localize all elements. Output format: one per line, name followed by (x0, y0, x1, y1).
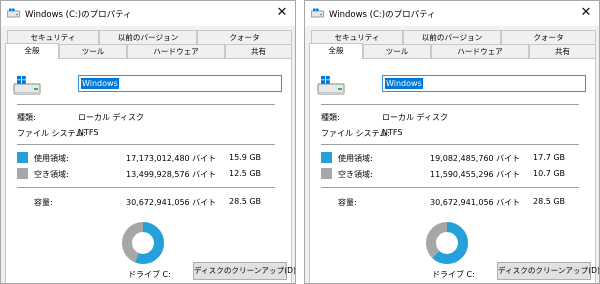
tab-hardware[interactable]: ハードウェア (127, 44, 225, 58)
hard-drive-icon (13, 76, 41, 95)
capacity-bytes: 30,672,941,056 バイト (430, 198, 521, 207)
free-space-label: 空き領域: (338, 170, 373, 179)
drive-name-input[interactable]: Windows (382, 75, 586, 92)
used-space-bytes: 19,082,485,760 バイト (430, 154, 521, 163)
separator (17, 187, 275, 188)
separator (17, 104, 275, 105)
used-space-label: 使用領域: (338, 154, 373, 163)
type-label: 種類: (17, 113, 36, 122)
title-bar: Windows (C:)のプロパティ ✕ (1, 1, 295, 26)
drive-name-input[interactable]: Windows (78, 75, 282, 92)
separator (321, 144, 579, 145)
free-space-label: 空き領域: (34, 170, 69, 179)
free-space-bytes: 13,499,928,576 バイト (126, 170, 217, 179)
tab-previous-versions[interactable]: 以前のバージョン (403, 30, 501, 44)
used-space-bytes: 17,173,012,480 バイト (126, 154, 217, 163)
tab-security[interactable]: セキュリティ (311, 30, 403, 44)
title-bar: Windows (C:)のプロパティ ✕ (305, 1, 599, 26)
capacity-label: 容量: (34, 198, 53, 207)
free-space-bytes: 11,590,455,296 バイト (430, 170, 521, 179)
type-label: 種類: (321, 113, 340, 122)
tab-general[interactable]: 全般 (5, 43, 59, 59)
drive-icon (311, 8, 324, 18)
tab-general[interactable]: 全般 (309, 43, 363, 59)
used-space-swatch (321, 152, 332, 163)
close-icon: ✕ (276, 5, 288, 20)
free-space-gb: 10.7 GB (533, 169, 566, 178)
tab-tools[interactable]: ツール (363, 44, 431, 58)
separator (321, 187, 579, 188)
disk-cleanup-button[interactable]: ディスクのクリーンアップ(D) (497, 262, 599, 280)
tab-quota[interactable]: クォータ (197, 30, 292, 44)
tab-sharing[interactable]: 共有 (529, 44, 596, 58)
close-button[interactable]: ✕ (575, 2, 597, 24)
capacity-gb: 28.5 GB (533, 197, 566, 206)
drive-name-text: Windows (385, 78, 423, 89)
capacity-bytes: 30,672,941,056 バイト (126, 198, 217, 207)
free-space-swatch (321, 168, 332, 179)
hard-drive-icon (317, 76, 345, 95)
type-value: ローカル ディスク (78, 113, 144, 122)
separator (17, 144, 275, 145)
used-space-gb: 15.9 GB (229, 153, 262, 162)
close-icon: ✕ (580, 5, 592, 20)
drive-letter-label: ドライブ C: (128, 270, 171, 279)
properties-window-left: Windows (C:)のプロパティ ✕ セキュリティ 以前のバージョン クォー… (0, 0, 296, 284)
filesystem-value: NTFS (382, 128, 403, 137)
used-space-gb: 17.7 GB (533, 153, 566, 162)
tab-tools[interactable]: ツール (59, 44, 127, 58)
filesystem-label: ファイル システム: (17, 129, 86, 138)
usage-donut-chart (426, 222, 468, 264)
window-title: Windows (C:)のプロパティ (329, 10, 436, 20)
filesystem-label: ファイル システム: (321, 129, 390, 138)
drive-icon (7, 8, 20, 18)
capacity-label: 容量: (338, 198, 357, 207)
tab-sharing[interactable]: 共有 (225, 44, 292, 58)
tab-hardware[interactable]: ハードウェア (431, 44, 529, 58)
filesystem-value: NTFS (78, 128, 99, 137)
free-space-swatch (17, 168, 28, 179)
tab-security[interactable]: セキュリティ (7, 30, 99, 44)
capacity-gb: 28.5 GB (229, 197, 262, 206)
used-space-label: 使用領域: (34, 154, 69, 163)
tab-previous-versions[interactable]: 以前のバージョン (99, 30, 197, 44)
tab-quota[interactable]: クォータ (501, 30, 596, 44)
drive-name-text: Windows (81, 78, 119, 89)
free-space-gb: 12.5 GB (229, 169, 262, 178)
window-title: Windows (C:)のプロパティ (25, 10, 132, 20)
type-value: ローカル ディスク (382, 113, 448, 122)
properties-window-right: Windows (C:)のプロパティ ✕ セキュリティ 以前のバージョン クォー… (304, 0, 600, 284)
disk-cleanup-button[interactable]: ディスクのクリーンアップ(D) (193, 262, 295, 280)
drive-letter-label: ドライブ C: (432, 270, 475, 279)
separator (321, 104, 579, 105)
close-button[interactable]: ✕ (271, 2, 293, 24)
usage-donut-chart (122, 222, 164, 264)
used-space-swatch (17, 152, 28, 163)
